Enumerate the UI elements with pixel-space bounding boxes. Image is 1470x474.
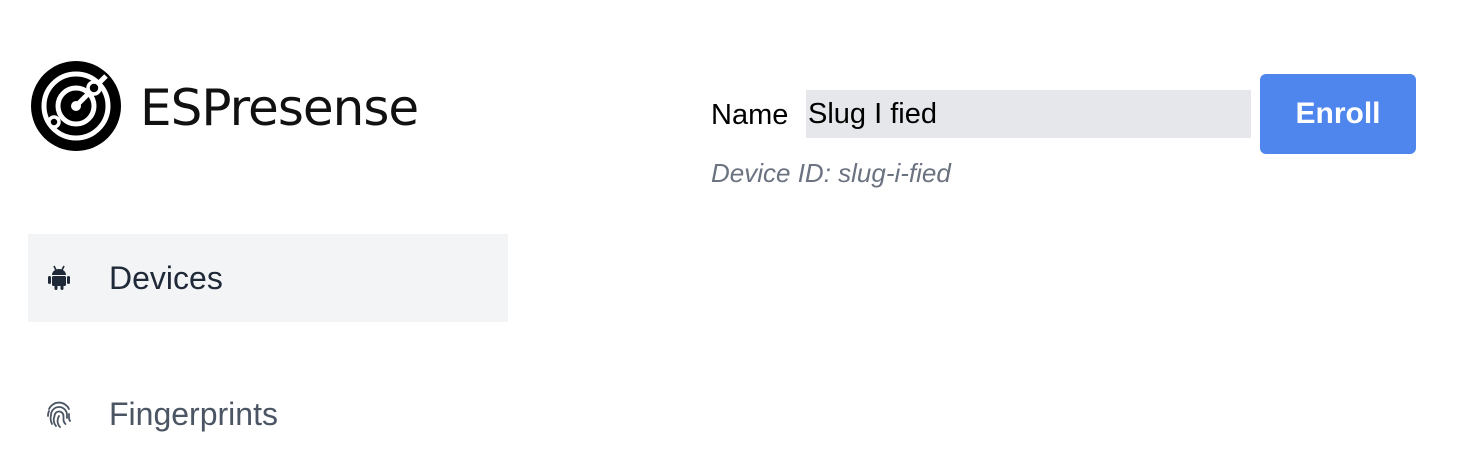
- android-icon: [46, 264, 72, 292]
- sidebar-item-fingerprints[interactable]: Fingerprints: [28, 370, 508, 458]
- radar-icon: [31, 61, 121, 151]
- device-id-text: Device ID: slug-i-fied: [711, 158, 951, 188]
- brand-logo[interactable]: [30, 60, 122, 152]
- name-label: Name: [711, 99, 789, 131]
- brand-name[interactable]: ESPresense: [140, 78, 419, 138]
- name-input[interactable]: [806, 90, 1251, 138]
- sidebar-item-label: Devices: [109, 259, 223, 296]
- fingerprint-icon: [46, 400, 72, 428]
- sidebar-item-label: Fingerprints: [109, 395, 278, 432]
- sidebar-item-devices[interactable]: Devices: [28, 234, 508, 322]
- enroll-button[interactable]: Enroll: [1260, 74, 1416, 154]
